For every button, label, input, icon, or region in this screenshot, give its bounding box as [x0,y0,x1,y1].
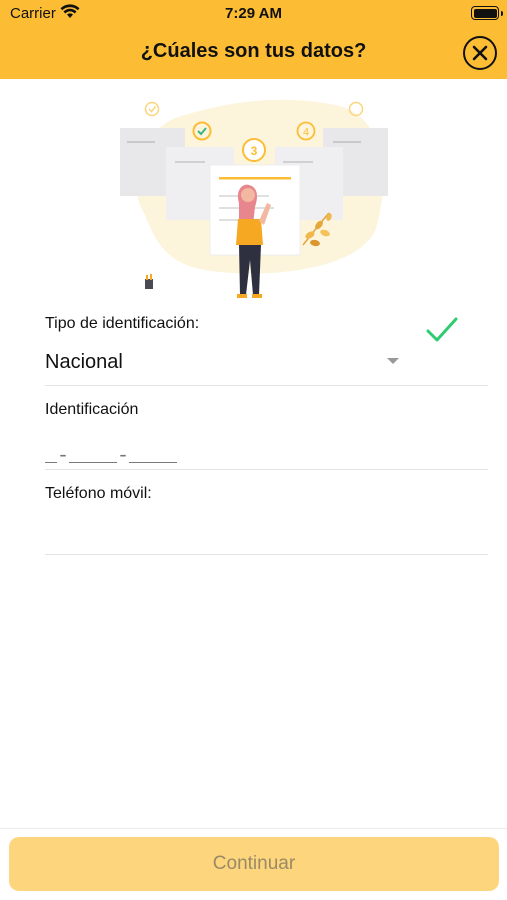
step-3-label: 3 [251,144,258,158]
identification-label: Identificación [45,401,139,418]
battery-icon [471,6,503,20]
pencil-cup [145,274,153,289]
close-icon [472,45,488,61]
status-bar: Carrier 7:29 AM [0,0,507,28]
dropdown-arrow-icon[interactable] [387,358,399,364]
identification-input[interactable] [45,441,295,471]
personal-data-form: Tipo de identificación: Nacional Identif… [45,310,488,555]
clock: 7:29 AM [225,5,282,22]
close-button[interactable] [463,36,497,70]
continue-button[interactable]: Continuar [9,837,499,891]
footer-divider [0,828,507,829]
phone-field[interactable]: Teléfono móvil: [45,470,488,555]
identification-field[interactable]: Identificación [45,386,488,471]
form-steps-illustration: 3 4 [120,99,388,298]
id-type-label: Tipo de identificación: [45,315,200,332]
phone-input[interactable] [45,515,485,549]
checkmark-icon [426,317,458,342]
page-title: ¿Cúales son tus datos? [140,40,367,62]
step-4-label: 4 [303,127,309,139]
id-type-field[interactable]: Tipo de identificación: Nacional [45,310,488,386]
id-type-select[interactable]: Nacional [45,351,123,374]
navigation-bar: Carrier 7:29 AM ¿Cúales son tus datos? [0,0,507,79]
phone-label: Teléfono móvil: [45,485,152,502]
